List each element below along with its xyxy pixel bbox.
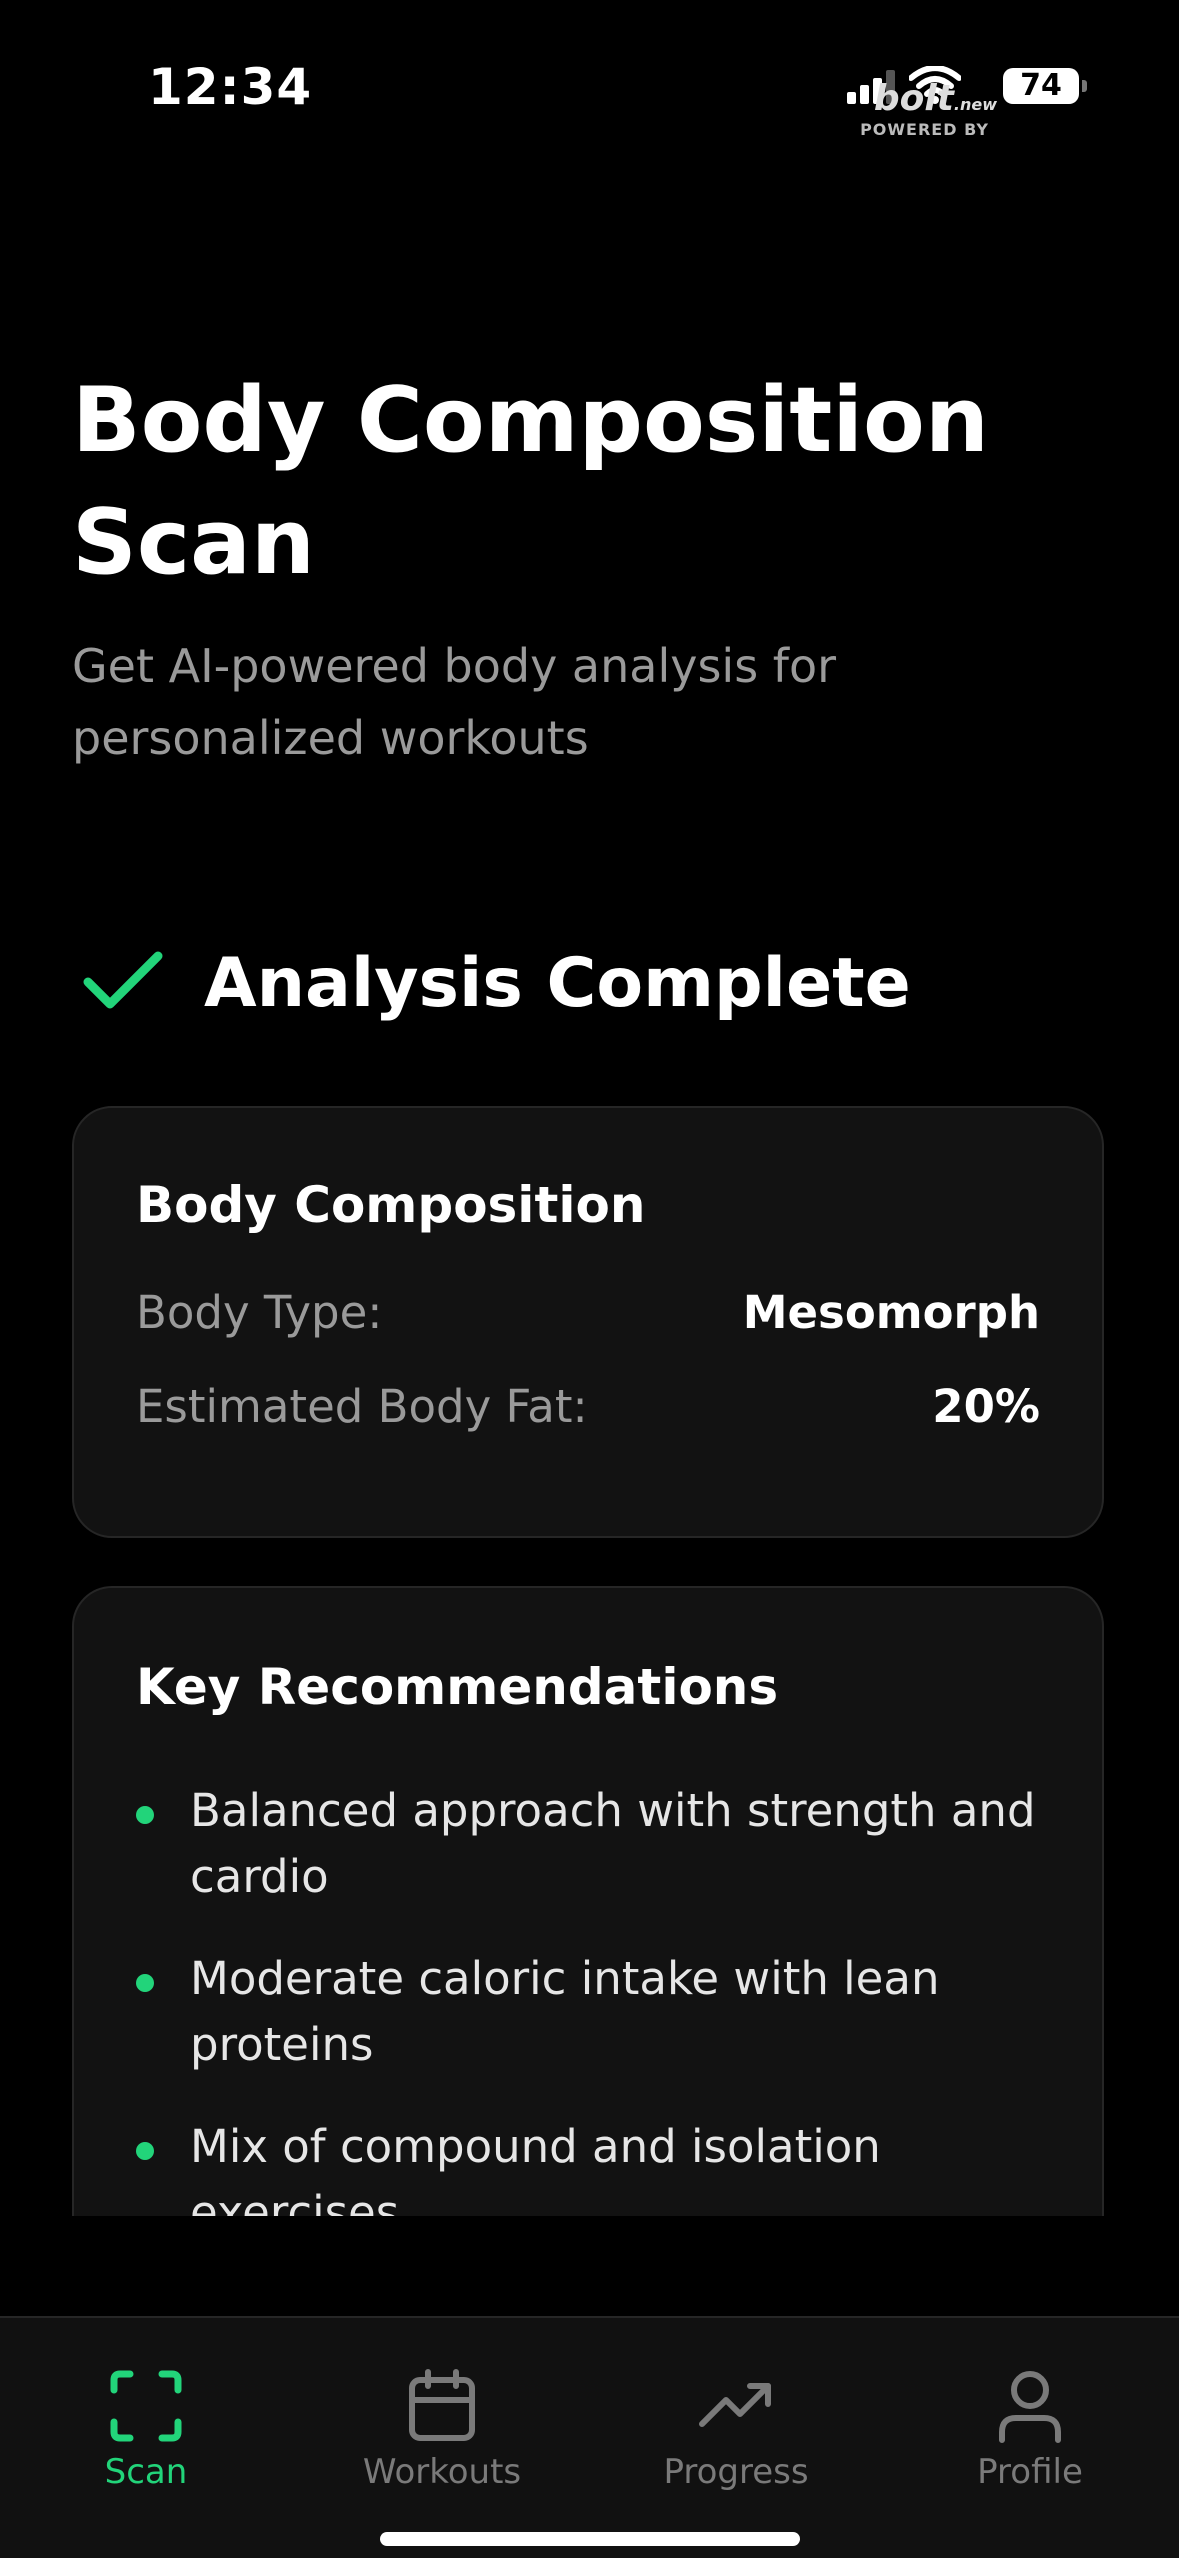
powered-by-label: POWERED BY	[860, 120, 989, 139]
home-indicator[interactable]	[380, 2532, 800, 2546]
tab-scan[interactable]: Scan	[46, 2366, 246, 2492]
tab-profile[interactable]: Profile	[930, 2366, 1130, 2492]
page-title: Body Composition Scan	[72, 368, 989, 595]
user-icon	[999, 2371, 1061, 2443]
bolt-logo-suffix: .new	[953, 95, 997, 114]
battery-indicator: 74	[1003, 68, 1087, 104]
tab-progress[interactable]: Progress	[636, 2366, 836, 2492]
trending-up-icon	[699, 2383, 771, 2427]
tab-label: Scan	[104, 2452, 188, 2492]
analysis-status-text: Analysis Complete	[204, 944, 911, 1023]
body-fat-row: Estimated Body Fat: 20%	[136, 1380, 1040, 1440]
status-bar: 12:34 74 bolt.new POWERED BY	[0, 0, 1179, 180]
page-subtitle: Get AI-powered body analysis for persona…	[72, 639, 837, 765]
scan-icon	[110, 2370, 182, 2442]
list-item-text: Mix of compound and isolation exercises	[190, 2120, 881, 2216]
bullet-icon	[136, 2142, 154, 2160]
list-item: Moderate caloric intake with lean protei…	[136, 1946, 1036, 2078]
status-time: 12:34	[148, 58, 313, 116]
body-composition-card: Body Composition Body Type: Mesomorph Es…	[72, 1106, 1104, 1538]
list-item-text: Balanced approach with strength and card…	[190, 1784, 1036, 1903]
tab-bar: Scan Workouts Progress Profile	[0, 2316, 1179, 2558]
calendar-icon	[409, 2369, 475, 2441]
list-item: Mix of compound and isolation exercises	[136, 2114, 1036, 2216]
bolt-logo-text: bolt	[873, 78, 954, 119]
recommendations-list: Balanced approach with strength and card…	[136, 1778, 1036, 2216]
card-title: Body Composition	[136, 1176, 646, 1234]
bullet-icon	[136, 1806, 154, 1824]
list-item-text: Moderate caloric intake with lean protei…	[190, 1952, 940, 2071]
tab-workouts[interactable]: Workouts	[342, 2366, 542, 2492]
bolt-logo: bolt.new	[874, 78, 997, 119]
body-fat-value: 20%	[932, 1380, 1040, 1433]
recommendations-card: Key Recommendations Balanced approach wi…	[72, 1586, 1104, 2216]
bullet-icon	[136, 1974, 154, 1992]
tab-label: Workouts	[362, 2452, 522, 2492]
body-fat-label: Estimated Body Fat:	[136, 1380, 588, 1433]
tab-label: Profile	[977, 2452, 1083, 2492]
body-type-row: Body Type: Mesomorph	[136, 1286, 1040, 1346]
list-item: Balanced approach with strength and card…	[136, 1778, 1036, 1910]
card-title: Key Recommendations	[136, 1658, 779, 1716]
body-type-label: Body Type:	[136, 1286, 383, 1339]
tab-label: Progress	[663, 2452, 809, 2492]
check-icon	[83, 951, 163, 1009]
body-type-value: Mesomorph	[742, 1286, 1040, 1339]
